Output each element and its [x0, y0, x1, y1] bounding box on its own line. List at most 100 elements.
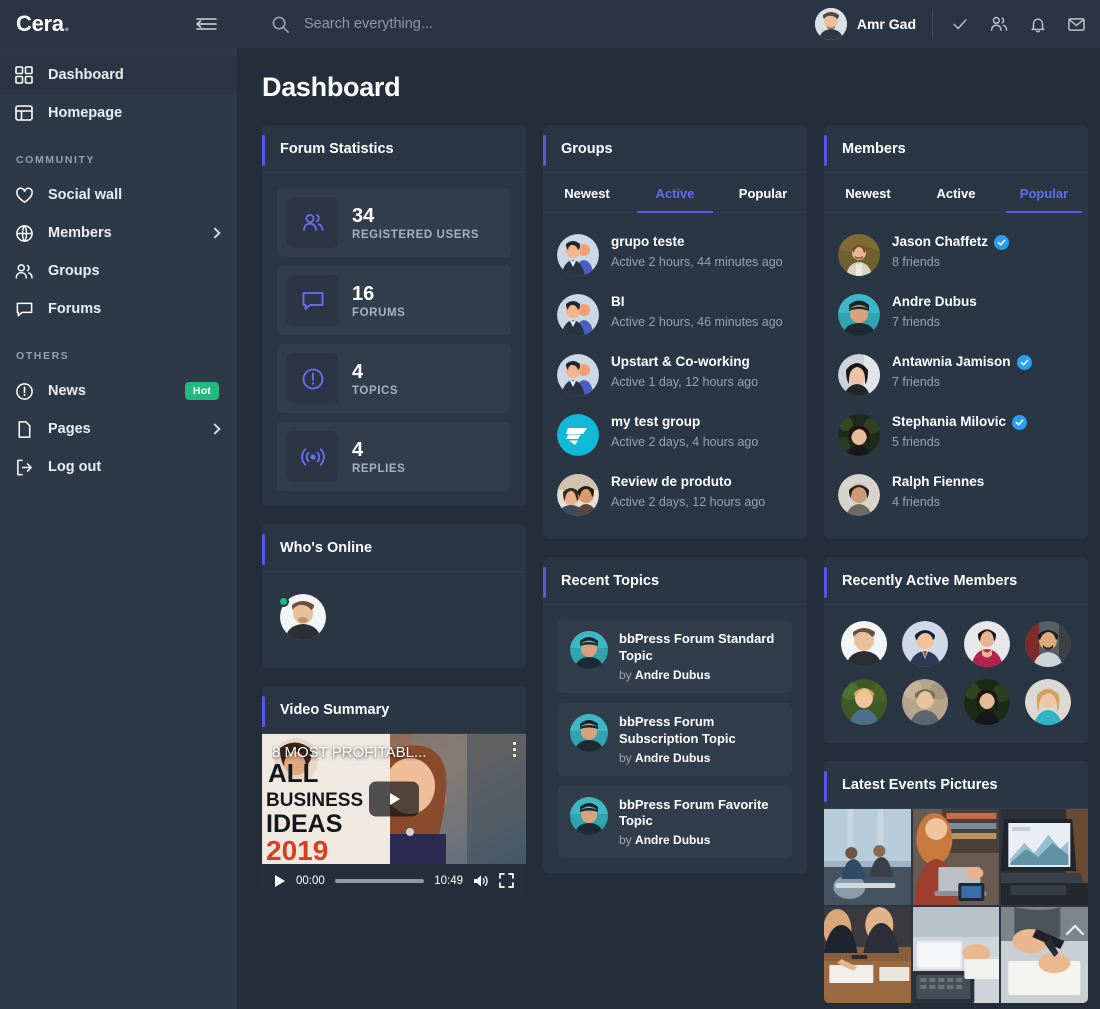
sidebar-item-logout[interactable]: Log out	[0, 448, 237, 486]
video-title: 8 MOST PROFITABL...	[272, 744, 427, 761]
list-item[interactable]: BI Active 2 hours, 46 minutes ago	[557, 285, 793, 345]
list-item[interactable]: grupo teste Active 2 hours, 44 minutes a…	[557, 225, 793, 285]
sidebar-item-pages[interactable]: Pages	[0, 410, 237, 448]
list-item[interactable]: my test group Active 2 days, 4 hours ago	[557, 405, 793, 465]
video-player[interactable]: ALL BUSINESS IDEAS 2019 8 MOST PROFITABL…	[262, 734, 526, 864]
sidebar-item-members[interactable]: Members	[0, 214, 237, 252]
member-name: Andre Dubus	[892, 294, 977, 309]
tab-groups-newest[interactable]: Newest	[543, 173, 631, 212]
member-avatar[interactable]	[840, 621, 887, 667]
tab-groups-popular[interactable]: Popular	[719, 173, 807, 212]
groups-card: Groups Newest Active Popular grupo teste…	[543, 125, 807, 539]
member-name-row: Stephania Milovic	[892, 414, 1028, 431]
mail-icon[interactable]	[1067, 16, 1086, 33]
member-avatar	[838, 234, 880, 276]
stat-registered-users[interactable]: 34 REGISTERED USERS	[277, 188, 511, 257]
stat-forums[interactable]: 16 FORUMS	[277, 266, 511, 335]
user-menu[interactable]: Amr Gad	[814, 8, 932, 40]
list-item[interactable]: Ralph Fiennes 4 friends	[838, 465, 1074, 525]
globe-icon	[14, 223, 34, 243]
groups-tabs: Newest Active Popular	[543, 173, 807, 213]
app-logo[interactable]: Cera.	[16, 11, 70, 37]
stat-topics[interactable]: 4 TOPICS	[277, 344, 511, 413]
scroll-to-top-button[interactable]	[1062, 917, 1088, 943]
video-progress-bar[interactable]	[334, 878, 425, 883]
volume-icon[interactable]	[473, 874, 489, 888]
member-name: Jason Chaffetz	[892, 234, 989, 249]
sidebar-item-label: Groups	[48, 263, 100, 279]
search-area	[237, 15, 815, 34]
main-area: Amr Gad Dashboard	[237, 0, 1100, 1009]
dashboard-content: Dashboard Forum Statistics 34 REGISTERED…	[237, 48, 1100, 1003]
by-prefix: by	[619, 750, 632, 765]
sidebar-item-label: News	[48, 383, 86, 399]
fullscreen-icon[interactable]	[499, 873, 514, 888]
logo-text: Cera	[16, 11, 64, 36]
event-photo[interactable]	[824, 907, 911, 1003]
list-item[interactable]: Antawnia Jamison 7 friends	[838, 345, 1074, 405]
list-item[interactable]: Upstart & Co-working Active 1 day, 12 ho…	[557, 345, 793, 405]
sidebar-item-label: Dashboard	[48, 67, 124, 83]
search-input[interactable]	[304, 16, 724, 32]
collapse-menu-icon[interactable]	[193, 14, 219, 34]
search-icon[interactable]	[271, 15, 290, 34]
member-avatar[interactable]	[963, 621, 1010, 667]
check-icon[interactable]	[951, 15, 969, 33]
member-friends: 7 friends	[892, 314, 940, 329]
tab-members-active[interactable]: Active	[912, 173, 1000, 212]
event-photo[interactable]	[824, 809, 911, 905]
event-photo[interactable]	[912, 907, 1000, 1003]
sidebar-item-dashboard[interactable]: Dashboard	[0, 56, 237, 94]
video-play-button[interactable]	[369, 781, 419, 817]
list-item[interactable]: bbPress Forum Favorite Topic by Andre Du…	[558, 785, 792, 859]
list-item[interactable]: Stephania Milovic 5 friends	[838, 405, 1074, 465]
tab-groups-active[interactable]: Active	[631, 173, 719, 213]
sidebar-item-groups[interactable]: Groups	[0, 252, 237, 290]
member-avatar[interactable]	[840, 679, 887, 725]
event-photo[interactable]	[912, 809, 1000, 905]
list-item[interactable]: Andre Dubus 7 friends	[838, 285, 1074, 345]
bell-icon[interactable]	[1029, 15, 1047, 34]
group-meta: Active 2 hours, 46 minutes ago	[611, 314, 783, 329]
list-item[interactable]: Review de produto Active 2 days, 12 hour…	[557, 465, 793, 525]
video-menu-icon[interactable]	[513, 742, 516, 757]
group-meta: Active 2 hours, 44 minutes ago	[611, 254, 783, 269]
sidebar-item-forums[interactable]: Forums	[0, 290, 237, 328]
group-avatar	[557, 474, 599, 516]
list-item[interactable]: bbPress Forum Subscription Topic by Andr…	[558, 702, 792, 776]
app-root: Cera. Dashboard Homepage COMMUNITY Socia…	[0, 0, 1100, 1009]
member-avatar[interactable]	[1025, 679, 1072, 725]
tab-members-newest[interactable]: Newest	[824, 173, 912, 212]
topic-author-avatar	[570, 796, 608, 835]
sidebar-item-news[interactable]: News Hot	[0, 372, 237, 410]
file-icon	[14, 419, 34, 439]
chat-icon	[14, 299, 34, 319]
member-avatar[interactable]	[902, 679, 949, 725]
chevron-right-icon	[209, 423, 221, 435]
topic-stat-icon	[287, 353, 338, 404]
sidebar-item-social-wall[interactable]: Social wall	[0, 176, 237, 214]
member-avatar[interactable]	[1025, 621, 1072, 667]
topic-title: bbPress Forum Standard Topic	[619, 631, 775, 663]
topic-title: bbPress Forum Subscription Topic	[619, 713, 736, 746]
event-photo[interactable]	[1001, 809, 1088, 905]
sidebar-item-homepage[interactable]: Homepage	[0, 94, 237, 132]
card-header: Latest Events Pictures	[824, 761, 1088, 809]
list-item[interactable]: bbPress Forum Standard Topic by Andre Du…	[558, 620, 792, 693]
svg-text:BUSINESS: BUSINESS	[266, 790, 363, 811]
stat-replies[interactable]: 4 REPLIES	[277, 422, 511, 491]
list-item[interactable]: Jason Chaffetz 8 friends	[838, 225, 1074, 285]
member-name: Ralph Fiennes	[892, 474, 985, 489]
chevron-up-icon	[1065, 924, 1085, 936]
friends-icon[interactable]	[989, 15, 1009, 33]
video-play-icon[interactable]	[274, 874, 286, 888]
group-name: grupo teste	[611, 234, 685, 249]
member-avatar[interactable]	[902, 621, 949, 667]
member-avatar[interactable]	[963, 679, 1010, 725]
group-avatar	[557, 234, 599, 276]
sidebar-section-others: OTHERS	[16, 350, 70, 362]
tab-members-popular[interactable]: Popular	[1000, 173, 1088, 213]
online-member-avatar[interactable]	[278, 594, 326, 640]
card-header: Video Summary	[262, 686, 526, 734]
group-name: Review de produto	[611, 474, 732, 489]
